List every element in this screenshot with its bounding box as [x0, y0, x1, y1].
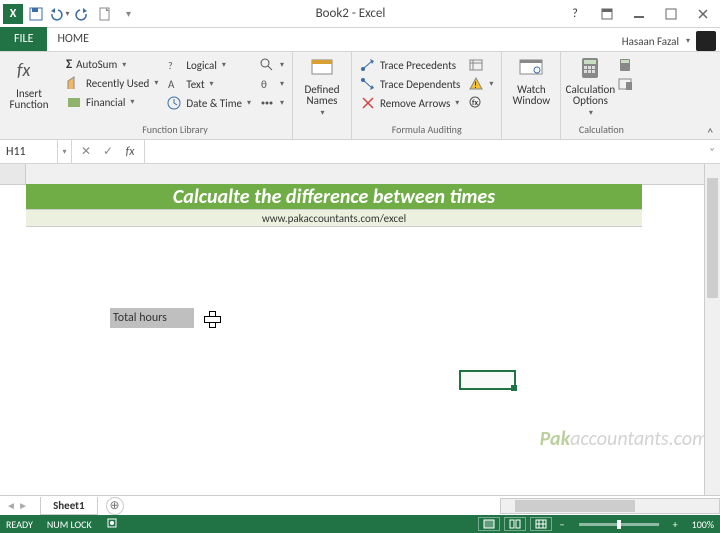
quick-access-toolbar: X ▾ ▾ [0, 3, 139, 25]
calculate-now-button[interactable] [615, 56, 635, 74]
error-checking-button[interactable]: !▾ [466, 75, 495, 93]
maximize-button[interactable] [658, 4, 684, 24]
svg-text:θ: θ [261, 78, 267, 91]
calculation-label: Calculation [567, 123, 635, 139]
zoom-out-button[interactable]: − [556, 518, 569, 531]
svg-text:fx: fx [472, 98, 478, 108]
user-avatar[interactable] [696, 31, 716, 51]
insert-function-button[interactable]: fx Insert Function [6, 54, 52, 110]
sheet-title: Calcualte the difference between times [26, 184, 642, 210]
normal-view-button[interactable] [478, 517, 500, 531]
zoom-slider[interactable] [579, 523, 659, 526]
formula-input[interactable] [145, 140, 704, 163]
redo-button[interactable] [71, 3, 93, 25]
svg-text:?: ? [168, 59, 173, 72]
recently-used-button[interactable]: Recently Used▾ [64, 74, 160, 92]
name-box-dropdown[interactable]: ▾ [57, 140, 71, 163]
expand-formula-bar-button[interactable]: ˅ [704, 140, 720, 163]
cell-selection [459, 370, 516, 390]
macro-record-icon[interactable] [106, 517, 118, 532]
title-bar: X ▾ ▾ Book2 - Excel ? [0, 0, 720, 28]
formula-auditing-label: Formula Auditing [358, 123, 495, 139]
ribbon-options-button[interactable] [594, 4, 620, 24]
undo-button[interactable]: ▾ [48, 3, 70, 25]
lookup-button[interactable]: ▾ [257, 56, 286, 74]
page-layout-view-button[interactable] [504, 517, 526, 531]
defined-names-label: Defined Names [299, 84, 345, 106]
spreadsheet: Calcualte the difference between times w… [0, 164, 720, 495]
status-ready: READY [6, 518, 33, 531]
calculation-options-label: Calculation Options [566, 84, 616, 106]
name-box[interactable]: H11 ▾ [0, 140, 72, 163]
logical-button[interactable]: ?Logical▾ [164, 56, 253, 74]
column-headers [0, 164, 720, 185]
defined-names-button[interactable]: Defined Names▾ [299, 54, 345, 119]
excel-icon[interactable]: X [2, 3, 24, 25]
more-functions-button[interactable]: ▾ [257, 94, 286, 112]
horizontal-scrollbar[interactable] [500, 498, 720, 514]
calculate-sheet-button[interactable] [615, 75, 635, 93]
window-title: Book2 - Excel [139, 6, 562, 21]
save-button[interactable] [25, 3, 47, 25]
qat-customize-button[interactable]: ▾ [117, 3, 139, 25]
select-all-corner[interactable] [0, 164, 26, 184]
watch-window-label: Watch Window [508, 84, 554, 106]
minimize-button[interactable] [626, 4, 652, 24]
fx-button[interactable]: fx [120, 142, 140, 162]
zoom-in-button[interactable]: + [669, 518, 682, 531]
trace-dependents-button[interactable]: Trace Dependents [358, 75, 462, 93]
financial-button[interactable]: Financial▾ [64, 93, 160, 111]
svg-text:A: A [168, 78, 175, 91]
evaluate-formula-button[interactable]: fx [466, 94, 495, 112]
new-button[interactable] [94, 3, 116, 25]
text-button[interactable]: AText▾ [164, 75, 253, 93]
zoom-level[interactable]: 100% [692, 518, 714, 531]
status-bar: READY NUM LOCK − + 100% [0, 515, 720, 533]
add-sheet-button[interactable]: ⊕ [106, 497, 124, 515]
grid[interactable]: Calcualte the difference between times w… [0, 164, 720, 495]
date-time-button[interactable]: Date & Time▾ [164, 94, 253, 112]
file-tab[interactable]: FILE [0, 27, 47, 51]
help-button[interactable]: ? [562, 4, 588, 24]
show-formulas-button[interactable] [466, 56, 495, 74]
insert-function-label: Insert Function [6, 88, 52, 110]
formula-bar: H11 ▾ ✕ ✓ fx ˅ [0, 140, 720, 164]
svg-text:!: ! [474, 80, 477, 91]
total-hours-label: Total hours [110, 308, 194, 328]
function-library-label: Function Library [64, 123, 286, 139]
tab-home[interactable]: HOME [47, 27, 99, 51]
close-button[interactable] [690, 4, 716, 24]
window-controls: ? [562, 4, 720, 24]
status-numlock: NUM LOCK [47, 518, 92, 531]
cell-cursor-icon [204, 311, 219, 326]
vertical-scrollbar[interactable] [704, 164, 720, 495]
collapse-ribbon-button[interactable]: ˄ [700, 123, 720, 139]
autosum-button[interactable]: ΣAutoSum▾ [64, 56, 160, 73]
math-trig-button[interactable]: θ▾ [257, 75, 286, 93]
sheet-tab-bar: ◄ ► Sheet1 ⊕ [0, 495, 720, 515]
sheet-nav-buttons[interactable]: ◄ ► [0, 499, 34, 512]
cancel-formula-button[interactable]: ✕ [76, 142, 96, 162]
enter-formula-button[interactable]: ✓ [98, 142, 118, 162]
sheet-subtitle[interactable]: www.pakaccountants.com/excel [26, 210, 642, 227]
ribbon: fx Insert Function ΣAutoSum▾ Recently Us… [0, 52, 720, 140]
watch-window-button[interactable]: Watch Window [508, 54, 554, 106]
trace-precedents-button[interactable]: Trace Precedents [358, 56, 462, 74]
svg-text:fx: fx [17, 59, 30, 81]
sheet-tab-sheet1[interactable]: Sheet1 [40, 497, 98, 515]
name-box-value: H11 [6, 145, 26, 159]
user-name[interactable]: Hasaan Fazal [622, 35, 679, 48]
remove-arrows-button[interactable]: Remove Arrows▾ [358, 94, 462, 112]
ribbon-tabs: FILE HOME Hasaan Fazal ▾ [0, 28, 720, 52]
calculation-options-button[interactable]: Calculation Options▾ [567, 54, 613, 119]
watermark: Pakaccountants.com [540, 427, 708, 451]
page-break-view-button[interactable] [530, 517, 552, 531]
